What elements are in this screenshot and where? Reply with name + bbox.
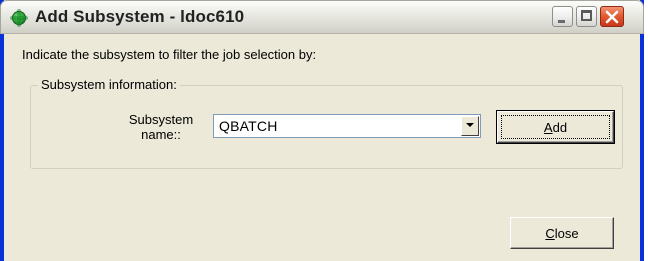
combo-dropdown-button[interactable] xyxy=(461,116,479,136)
subsystem-combo-value: QBATCH xyxy=(219,118,278,134)
close-button[interactable]: Close xyxy=(510,217,614,249)
add-button-label: Add xyxy=(543,120,568,135)
window-title: Add Subsystem - ldoc610 xyxy=(35,7,245,26)
maximize-icon xyxy=(581,10,592,21)
app-icon[interactable] xyxy=(10,9,28,27)
minimize-button[interactable] xyxy=(552,6,573,27)
close-window-button[interactable] xyxy=(600,6,624,27)
minimize-icon xyxy=(558,20,565,23)
maximize-button[interactable] xyxy=(576,6,597,27)
group-legend: Subsystem information: xyxy=(38,77,180,92)
close-icon xyxy=(605,10,619,24)
subsystem-name-label: Subsystem name:: xyxy=(128,112,194,142)
title-bar[interactable]: Add Subsystem - ldoc610 xyxy=(0,0,644,34)
add-button[interactable]: Add xyxy=(496,110,615,144)
dialog-window: Add Subsystem - ldoc610 Indicate the sub… xyxy=(0,0,644,261)
subsystem-combobox[interactable]: QBATCH xyxy=(213,114,481,138)
close-button-label: Close xyxy=(545,226,579,241)
instruction-text: Indicate the subsystem to filter the job… xyxy=(22,47,317,62)
chevron-down-icon xyxy=(466,123,474,127)
